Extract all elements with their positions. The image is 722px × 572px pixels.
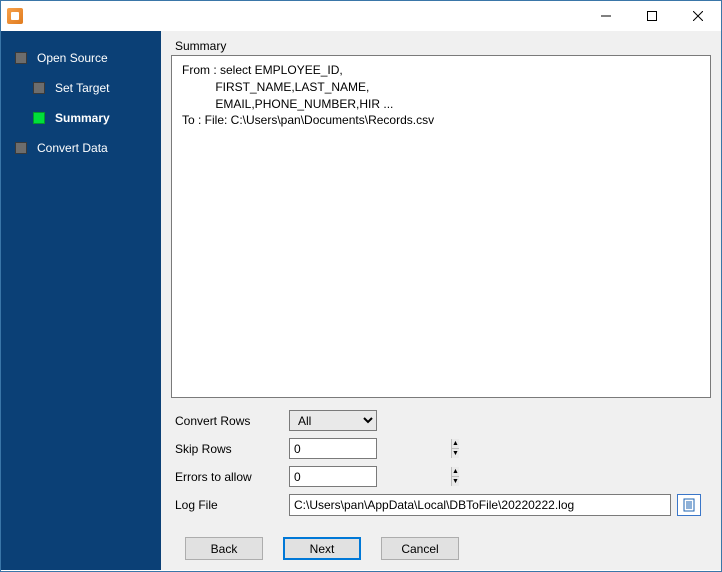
- skip-rows-input[interactable]: [290, 439, 451, 458]
- maximize-button[interactable]: [629, 1, 675, 31]
- spin-up-icon[interactable]: ▲: [452, 467, 459, 477]
- step-marker-icon: [33, 112, 45, 124]
- spin-down-icon[interactable]: ▼: [452, 449, 459, 458]
- options-form: Convert Rows All Skip Rows ▲ ▼ Errors to…: [171, 410, 711, 523]
- browse-log-button[interactable]: [677, 494, 701, 516]
- log-file-label: Log File: [171, 498, 289, 512]
- minimize-button[interactable]: [583, 1, 629, 31]
- convert-rows-select[interactable]: All: [289, 410, 377, 431]
- next-button[interactable]: Next: [283, 537, 361, 560]
- log-file-input[interactable]: [289, 494, 671, 516]
- errors-allow-label: Errors to allow: [171, 470, 289, 484]
- errors-allow-input[interactable]: [290, 467, 451, 486]
- step-open-source[interactable]: Open Source: [1, 43, 161, 73]
- step-set-target[interactable]: Set Target: [1, 73, 161, 103]
- errors-allow-spinner[interactable]: ▲ ▼: [289, 466, 377, 487]
- step-marker-icon: [33, 82, 45, 94]
- skip-rows-spinner[interactable]: ▲ ▼: [289, 438, 377, 459]
- back-button[interactable]: Back: [185, 537, 263, 560]
- spin-up-icon[interactable]: ▲: [452, 439, 459, 449]
- spin-down-icon[interactable]: ▼: [452, 477, 459, 486]
- document-icon: [682, 498, 696, 512]
- step-summary[interactable]: Summary: [1, 103, 161, 133]
- wizard-buttons: Back Next Cancel: [171, 537, 711, 560]
- wizard-sidebar: Open Source Set Target Summary Convert D…: [1, 31, 161, 570]
- step-marker-icon: [15, 52, 27, 64]
- titlebar: [1, 1, 721, 31]
- step-marker-icon: [15, 142, 27, 154]
- step-convert-data[interactable]: Convert Data: [1, 133, 161, 163]
- window-controls: [583, 1, 721, 31]
- step-label: Open Source: [37, 51, 108, 65]
- app-icon: [7, 8, 23, 24]
- summary-textarea[interactable]: From : select EMPLOYEE_ID, FIRST_NAME,LA…: [171, 55, 711, 398]
- close-button[interactable]: [675, 1, 721, 31]
- main-panel: Summary From : select EMPLOYEE_ID, FIRST…: [161, 31, 721, 570]
- cancel-button[interactable]: Cancel: [381, 537, 459, 560]
- step-label: Set Target: [55, 81, 109, 95]
- step-label: Convert Data: [37, 141, 108, 155]
- step-label: Summary: [55, 111, 110, 125]
- summary-label: Summary: [171, 39, 711, 53]
- skip-rows-label: Skip Rows: [171, 442, 289, 456]
- convert-rows-label: Convert Rows: [171, 414, 289, 428]
